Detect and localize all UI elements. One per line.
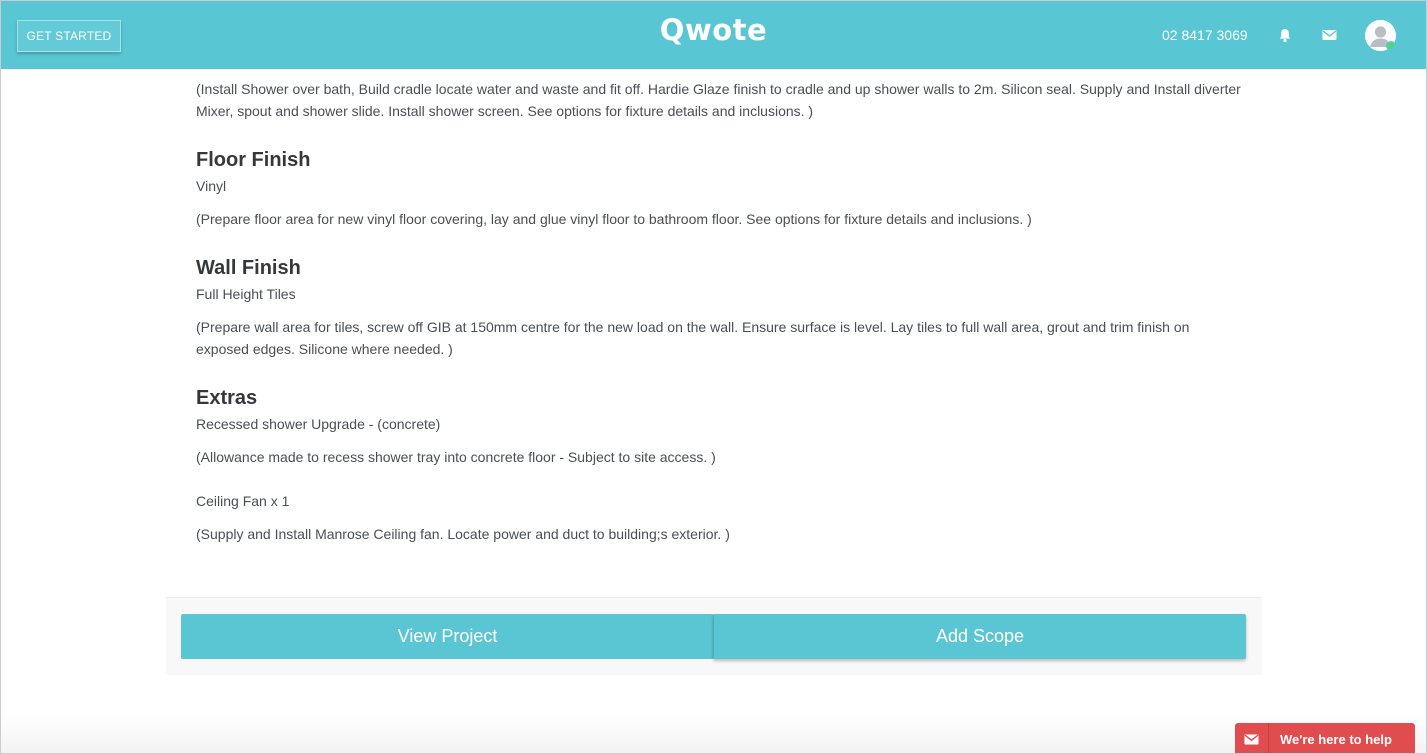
wall-finish-description: (Prepare wall area for tiles, screw off … <box>196 319 1190 357</box>
wall-finish-value: Full Height Tiles <box>196 286 296 302</box>
phone-number[interactable]: 02 8417 3069 <box>1162 27 1248 43</box>
extra-item-description: (Supply and Install Manrose Ceiling fan.… <box>196 526 730 542</box>
bell-icon[interactable] <box>1277 27 1293 43</box>
add-scope-button[interactable]: Add Scope <box>713 614 1246 659</box>
page-bottom-fade <box>1 713 1426 753</box>
top-navbar: GET STARTED Qwote 02 8417 3069 <box>1 1 1426 69</box>
extra-item-name: Ceiling Fan x 1 <box>196 493 290 509</box>
view-project-button[interactable]: View Project <box>181 614 714 659</box>
envelope-icon <box>1235 723 1269 753</box>
floor-finish-value: Vinyl <box>196 178 227 194</box>
floor-finish-description: (Prepare floor area for new vinyl floor … <box>196 211 1032 227</box>
floor-finish-title: Floor Finish <box>196 149 311 171</box>
wall-finish-title: Wall Finish <box>196 257 301 279</box>
extras-title: Extras <box>196 387 258 409</box>
app-window: GET STARTED Qwote 02 8417 3069 (Install … <box>0 0 1427 754</box>
shower-description: (Install Shower over bath, Build cradle … <box>196 81 1241 119</box>
online-status-dot <box>1386 41 1396 51</box>
help-widget-label: We're here to help <box>1280 731 1392 747</box>
action-bar: View Project Add Scope <box>166 597 1262 675</box>
help-chat-widget[interactable]: We're here to help <box>1235 723 1415 753</box>
extra-item-name: Recessed shower Upgrade - (concrete) <box>196 416 441 432</box>
extra-item-description: (Allowance made to recess shower tray in… <box>196 449 716 465</box>
mail-icon[interactable] <box>1321 27 1337 43</box>
